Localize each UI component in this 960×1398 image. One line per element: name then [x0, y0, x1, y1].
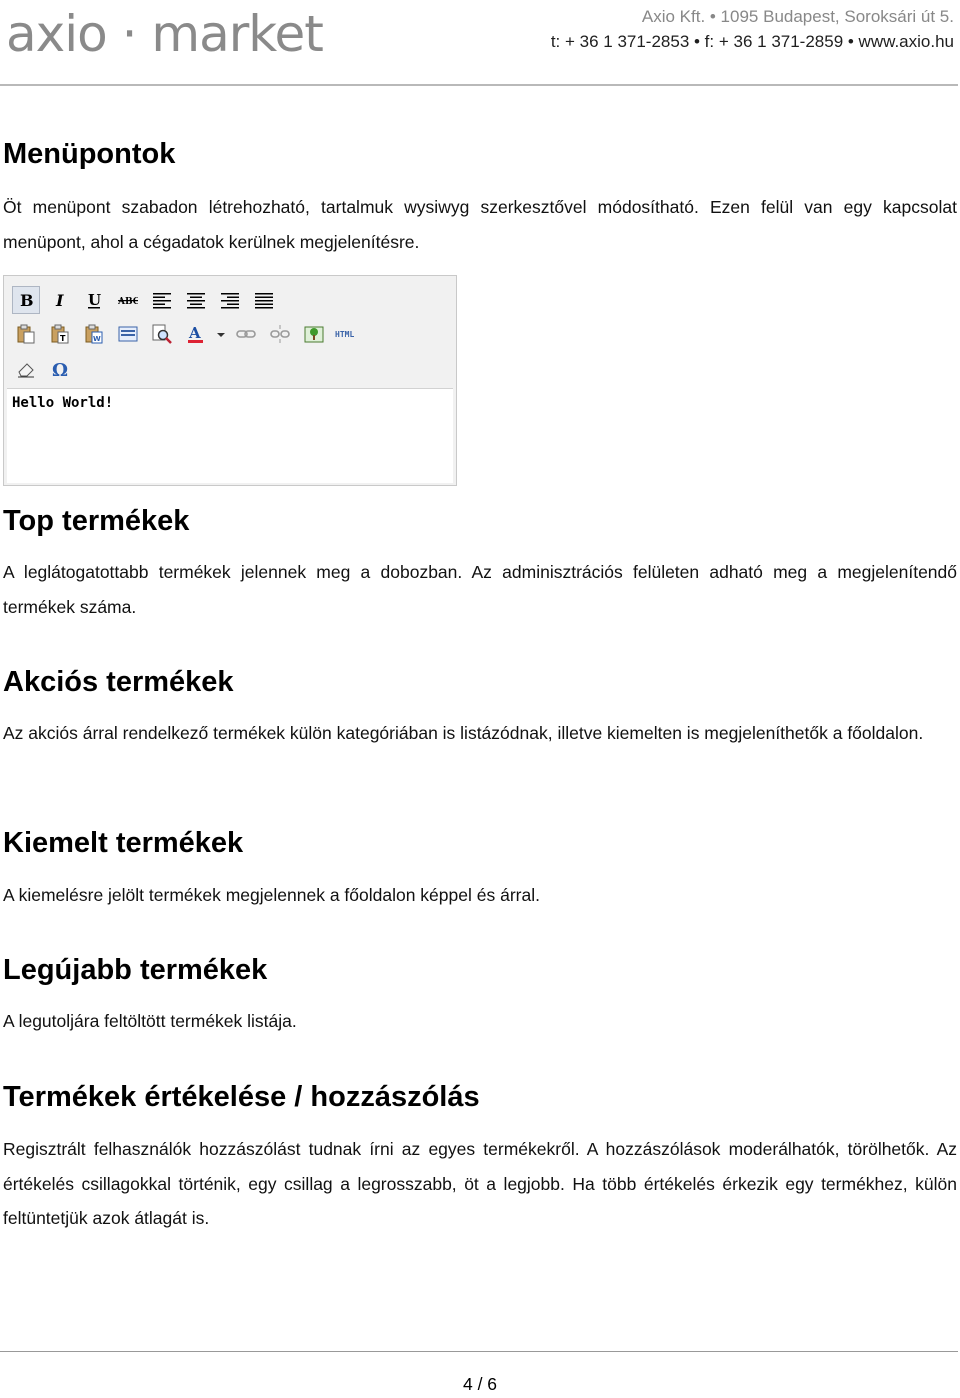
- section-text-top-termekek: A leglátogatottabb termékek jelennek meg…: [3, 562, 957, 617]
- section-text-kiemelt-termekek: A kiemelésre jelölt termékek megjelennek…: [3, 885, 540, 905]
- header-divider: [0, 84, 958, 86]
- section-title-ertekeles: Termékek értékelése / hozzászólás: [3, 1081, 480, 1113]
- footer-divider: [0, 1351, 958, 1352]
- section-title-top-termekek: Top termékek: [3, 505, 190, 537]
- align-justify-icon[interactable]: [250, 286, 278, 314]
- select-all-icon[interactable]: [114, 320, 142, 348]
- underline-icon[interactable]: U: [80, 286, 108, 314]
- section-title-kiemelt-termekek: Kiemelt termékek: [3, 827, 244, 859]
- html-source-icon[interactable]: HTML: [334, 320, 368, 348]
- editor-content-area[interactable]: Hello World!: [7, 388, 453, 483]
- align-center-icon[interactable]: [182, 286, 210, 314]
- page-header: axio · market Axio Kft. • 1095 Budapest,…: [0, 0, 960, 86]
- svg-text:B: B: [20, 291, 34, 310]
- editor-content-text: Hello World!: [12, 395, 114, 411]
- find-icon[interactable]: [148, 320, 176, 348]
- chevron-down-icon[interactable]: [216, 320, 226, 348]
- special-char-icon[interactable]: Ω: [46, 355, 74, 383]
- axio-market-logo: axio · market: [6, 5, 324, 63]
- image-icon[interactable]: [300, 320, 328, 348]
- svg-text:ABC: ABC: [118, 297, 138, 307]
- editor-toolbar-row-2: T W A HTML: [12, 320, 368, 348]
- section-text-legujabb-termekek: A legutoljára feltöltött termékek listáj…: [3, 1011, 297, 1031]
- svg-text:T: T: [60, 334, 66, 343]
- paste-word-icon[interactable]: W: [80, 320, 108, 348]
- text-color-icon[interactable]: A: [182, 320, 210, 348]
- company-contact: t: + 36 1 371-2853 • f: + 36 1 371-2859 …: [550, 32, 954, 51]
- align-right-icon[interactable]: [216, 286, 244, 314]
- paste-icon[interactable]: [12, 320, 40, 348]
- page-number: 4 / 6: [462, 1374, 498, 1394]
- section-title-legujabb-termekek: Legújabb termékek: [3, 954, 268, 986]
- svg-text:I: I: [55, 291, 64, 310]
- link-icon[interactable]: [232, 320, 260, 348]
- svg-text:HTML: HTML: [335, 330, 354, 339]
- paste-text-icon[interactable]: T: [46, 320, 74, 348]
- svg-text:axio · market: axio · market: [6, 5, 323, 63]
- section-text-ertekeles: Regisztrált felhasználók hozzászólást tu…: [3, 1139, 957, 1228]
- editor-toolbar-row-1: B I U ABC: [12, 286, 278, 314]
- svg-text:U: U: [88, 291, 101, 309]
- wysiwyg-editor-screenshot: B I U ABC T W A HTML Ω Hello World!: [3, 275, 457, 486]
- svg-text:Ω: Ω: [52, 360, 68, 379]
- eraser-icon[interactable]: [12, 355, 40, 383]
- editor-toolbar-row-3: Ω: [12, 355, 74, 383]
- align-left-icon[interactable]: [148, 286, 176, 314]
- svg-text:W: W: [93, 335, 101, 343]
- section-title-menupontok: Menüpontok: [3, 138, 176, 170]
- bold-icon[interactable]: B: [12, 286, 40, 314]
- section-text-menupontok: Öt menüpont szabadon létrehozható, tarta…: [3, 197, 957, 252]
- strikethrough-icon[interactable]: ABC: [114, 286, 142, 314]
- svg-text:A: A: [188, 324, 201, 342]
- unlink-icon[interactable]: [266, 320, 294, 348]
- italic-icon[interactable]: I: [46, 286, 74, 314]
- section-title-akcios-termekek: Akciós termékek: [3, 666, 234, 698]
- section-text-akcios-termekek: Az akciós árral rendelkező termékek külö…: [3, 723, 924, 743]
